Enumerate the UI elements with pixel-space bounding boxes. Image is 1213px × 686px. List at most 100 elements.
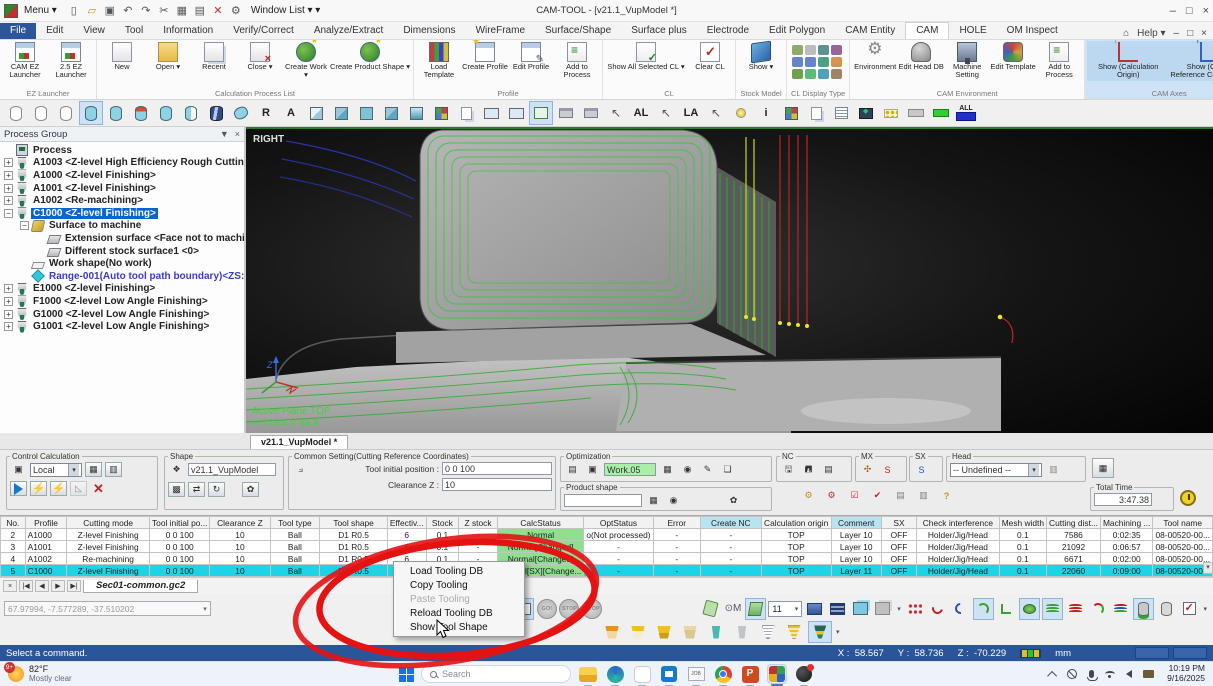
circle-m-icon[interactable]: ⊙M bbox=[723, 598, 744, 620]
ribbon-button-add-to-process[interactable]: Add to Process bbox=[554, 41, 600, 81]
expand-toggle-icon[interactable]: + bbox=[4, 171, 13, 180]
tray-chevron-icon[interactable] bbox=[1047, 668, 1059, 680]
column-header-sx[interactable]: SX bbox=[881, 517, 916, 529]
ribbon-button-show-calculation-origin[interactable]: Show (Calculation Origin) bbox=[1087, 41, 1169, 81]
cube-view-4-icon[interactable] bbox=[379, 101, 403, 125]
nc-save-button[interactable]: 🖪 bbox=[800, 462, 817, 477]
column-header-optstatus[interactable]: OptStatus bbox=[584, 517, 653, 529]
expand-toggle-icon[interactable]: + bbox=[4, 310, 13, 319]
nc-output-button[interactable]: 🖫 bbox=[780, 462, 797, 477]
column-header-cutting-mode[interactable]: Cutting mode bbox=[67, 517, 150, 529]
green-blob-icon[interactable] bbox=[1019, 598, 1040, 620]
tree-item-different[interactable]: Different stock surface1 <0> bbox=[0, 245, 244, 258]
tool-pin-teal-icon[interactable] bbox=[704, 621, 728, 643]
scale-select[interactable]: 11▾ bbox=[768, 601, 802, 617]
shape-view-button[interactable]: ▩ bbox=[168, 482, 185, 497]
home-icon[interactable]: ⌂ bbox=[1123, 28, 1129, 39]
tab-dimensions[interactable]: Dimensions bbox=[393, 23, 465, 39]
optimization-run-button[interactable]: ◉ bbox=[679, 462, 696, 477]
tree-item-range-001-auto[interactable]: Range-001(Auto tool path boundary)<ZS:0,… bbox=[0, 270, 244, 283]
shape-transfer-button[interactable]: ⇄ bbox=[188, 482, 205, 497]
tray-mic-icon[interactable] bbox=[1085, 668, 1097, 680]
table-row[interactable]: 5C1000Z-level Finishing0 0 10010BallD1 R… bbox=[1, 565, 1213, 577]
column-header-calcstatus[interactable]: CalcStatus bbox=[497, 517, 583, 529]
close-button[interactable]: × bbox=[1203, 5, 1209, 17]
ribbon-button-create-profile[interactable]: Create Profile bbox=[462, 41, 508, 72]
stop-button-1[interactable]: STOP bbox=[559, 598, 580, 620]
stop-calculation-button[interactable]: ✕ bbox=[90, 481, 107, 496]
funnel-dark-icon[interactable] bbox=[808, 621, 832, 643]
ribbon-button-create-work[interactable]: Create Work ▾ bbox=[283, 41, 329, 81]
pin-icon[interactable]: ▼ bbox=[220, 129, 229, 139]
tab-electrode[interactable]: Electrode bbox=[697, 23, 759, 39]
ribbon-restore-button[interactable]: □ bbox=[1187, 28, 1193, 39]
stop-button-2[interactable]: STOP bbox=[582, 598, 603, 620]
pointer-star-icon[interactable]: ↖ bbox=[704, 101, 728, 125]
start-calculation-button[interactable] bbox=[10, 481, 27, 496]
cylinder-view-tilt-icon[interactable] bbox=[229, 101, 253, 125]
shape-tools-button[interactable]: ✿ bbox=[242, 482, 259, 497]
cylinder-view-red-top-icon[interactable] bbox=[129, 101, 153, 125]
cylinder-view-swirl-icon[interactable] bbox=[204, 101, 228, 125]
help-button[interactable]: Help ▾ bbox=[1137, 28, 1165, 39]
ribbon-button-edit-template[interactable]: Edit Template bbox=[990, 41, 1036, 72]
mask-all-bar-icon[interactable]: ALL bbox=[954, 101, 978, 125]
product-shape-field[interactable] bbox=[564, 494, 642, 507]
tab-analyze-extract[interactable]: Analyze/Extract bbox=[304, 23, 393, 39]
open-file-icon[interactable]: ▱ bbox=[84, 3, 100, 19]
last-sheet-button[interactable]: ▶| bbox=[67, 580, 81, 592]
tree-item-g1000[interactable]: +G1000 <Z-level Low Angle Finishing> bbox=[0, 308, 244, 321]
tool-gear-red-icon[interactable]: ⚙ bbox=[823, 488, 840, 503]
ribbon-button-open[interactable]: Open ▾ bbox=[145, 41, 191, 72]
highlight-bulbs-icon[interactable] bbox=[729, 101, 753, 125]
clearance-z-field[interactable]: 10 bbox=[442, 478, 552, 491]
tab-view[interactable]: View bbox=[73, 23, 115, 39]
copy-icon[interactable]: ▦ bbox=[174, 3, 190, 19]
pointer-outline-icon[interactable]: ↖ bbox=[604, 101, 628, 125]
optimization-work-field[interactable]: Work.05 bbox=[604, 463, 656, 476]
column-header-z-stock[interactable]: Z stock bbox=[459, 517, 498, 529]
printer-icon[interactable] bbox=[554, 101, 578, 125]
process-table[interactable]: No.ProfileCutting modeTool initial po...… bbox=[0, 516, 1213, 577]
taskbar-app-recorder[interactable] bbox=[794, 664, 814, 684]
tray-briefcase-icon[interactable] bbox=[1142, 668, 1154, 680]
tree-item-a1001[interactable]: +A1001 <Z-level Finishing> bbox=[0, 182, 244, 195]
ribbon-button-machine-setting[interactable]: Machine Setting bbox=[944, 41, 990, 81]
expand-toggle-icon[interactable]: + bbox=[4, 184, 13, 193]
cylinder-view-outline-3-icon[interactable] bbox=[54, 101, 78, 125]
nc-print-button[interactable]: ▤ bbox=[820, 462, 837, 477]
ribbon-button-recent[interactable]: Recent bbox=[191, 41, 237, 72]
cube-view-5-icon[interactable] bbox=[404, 101, 428, 125]
tree-item-g1001[interactable]: +G1001 <Z-level Low Angle Finishing> bbox=[0, 320, 244, 333]
ribbon-button-add-to-process[interactable]: Add to Process bbox=[1036, 41, 1082, 81]
column-header-machining[interactable]: Machining ... bbox=[1100, 517, 1152, 529]
ribbon-button-edit-profile[interactable]: Edit Profile bbox=[508, 41, 554, 72]
taskbar-clock[interactable]: 10:19 PM 9/16/2025 bbox=[1167, 664, 1205, 684]
film-gem-icon[interactable] bbox=[854, 101, 878, 125]
save-icon[interactable]: ▣ bbox=[102, 3, 118, 19]
check-caret[interactable]: ▾ bbox=[1203, 605, 1207, 613]
arch-path-icon[interactable] bbox=[1087, 598, 1108, 620]
column-header-check-interference[interactable]: Check interference bbox=[917, 517, 1000, 529]
column-header-clearance-z[interactable]: Clearance Z bbox=[210, 517, 270, 529]
column-header-effectiv[interactable]: Effectiv... bbox=[387, 517, 426, 529]
green-cylinder-icon[interactable] bbox=[1133, 598, 1154, 620]
optimization-icon-1[interactable]: ▤ bbox=[564, 462, 581, 477]
mx-button-1[interactable]: ✣ bbox=[859, 462, 876, 477]
multi-waves-icon[interactable] bbox=[1110, 598, 1131, 620]
fit-view-icon[interactable] bbox=[529, 101, 553, 125]
render-mode-a-icon[interactable]: A bbox=[279, 101, 303, 125]
settings-gear-icon[interactable]: ⚙ bbox=[228, 3, 244, 19]
optimization-icon-2[interactable]: ▣ bbox=[584, 462, 601, 477]
tool-gear-yellow-icon[interactable]: ⚙ bbox=[800, 488, 817, 503]
copy-entities-icon[interactable] bbox=[804, 101, 828, 125]
ribbon-button-show[interactable]: Show ▾ bbox=[738, 41, 784, 72]
sheetbar-close-button[interactable]: × bbox=[3, 580, 17, 592]
next-sheet-button[interactable]: ▶ bbox=[51, 580, 65, 592]
ribbon-button-cam-ez-launcher[interactable]: CAM EZ Launcher bbox=[2, 41, 48, 81]
tab-om-inspect[interactable]: OM Inspect bbox=[997, 23, 1068, 39]
cylinder-view-solid-2-icon[interactable] bbox=[104, 101, 128, 125]
column-header-tool-initial-po[interactable]: Tool initial po... bbox=[149, 517, 209, 529]
minimize-button[interactable]: – bbox=[1170, 5, 1176, 17]
report-printer-icon[interactable]: ▤ bbox=[892, 488, 909, 503]
